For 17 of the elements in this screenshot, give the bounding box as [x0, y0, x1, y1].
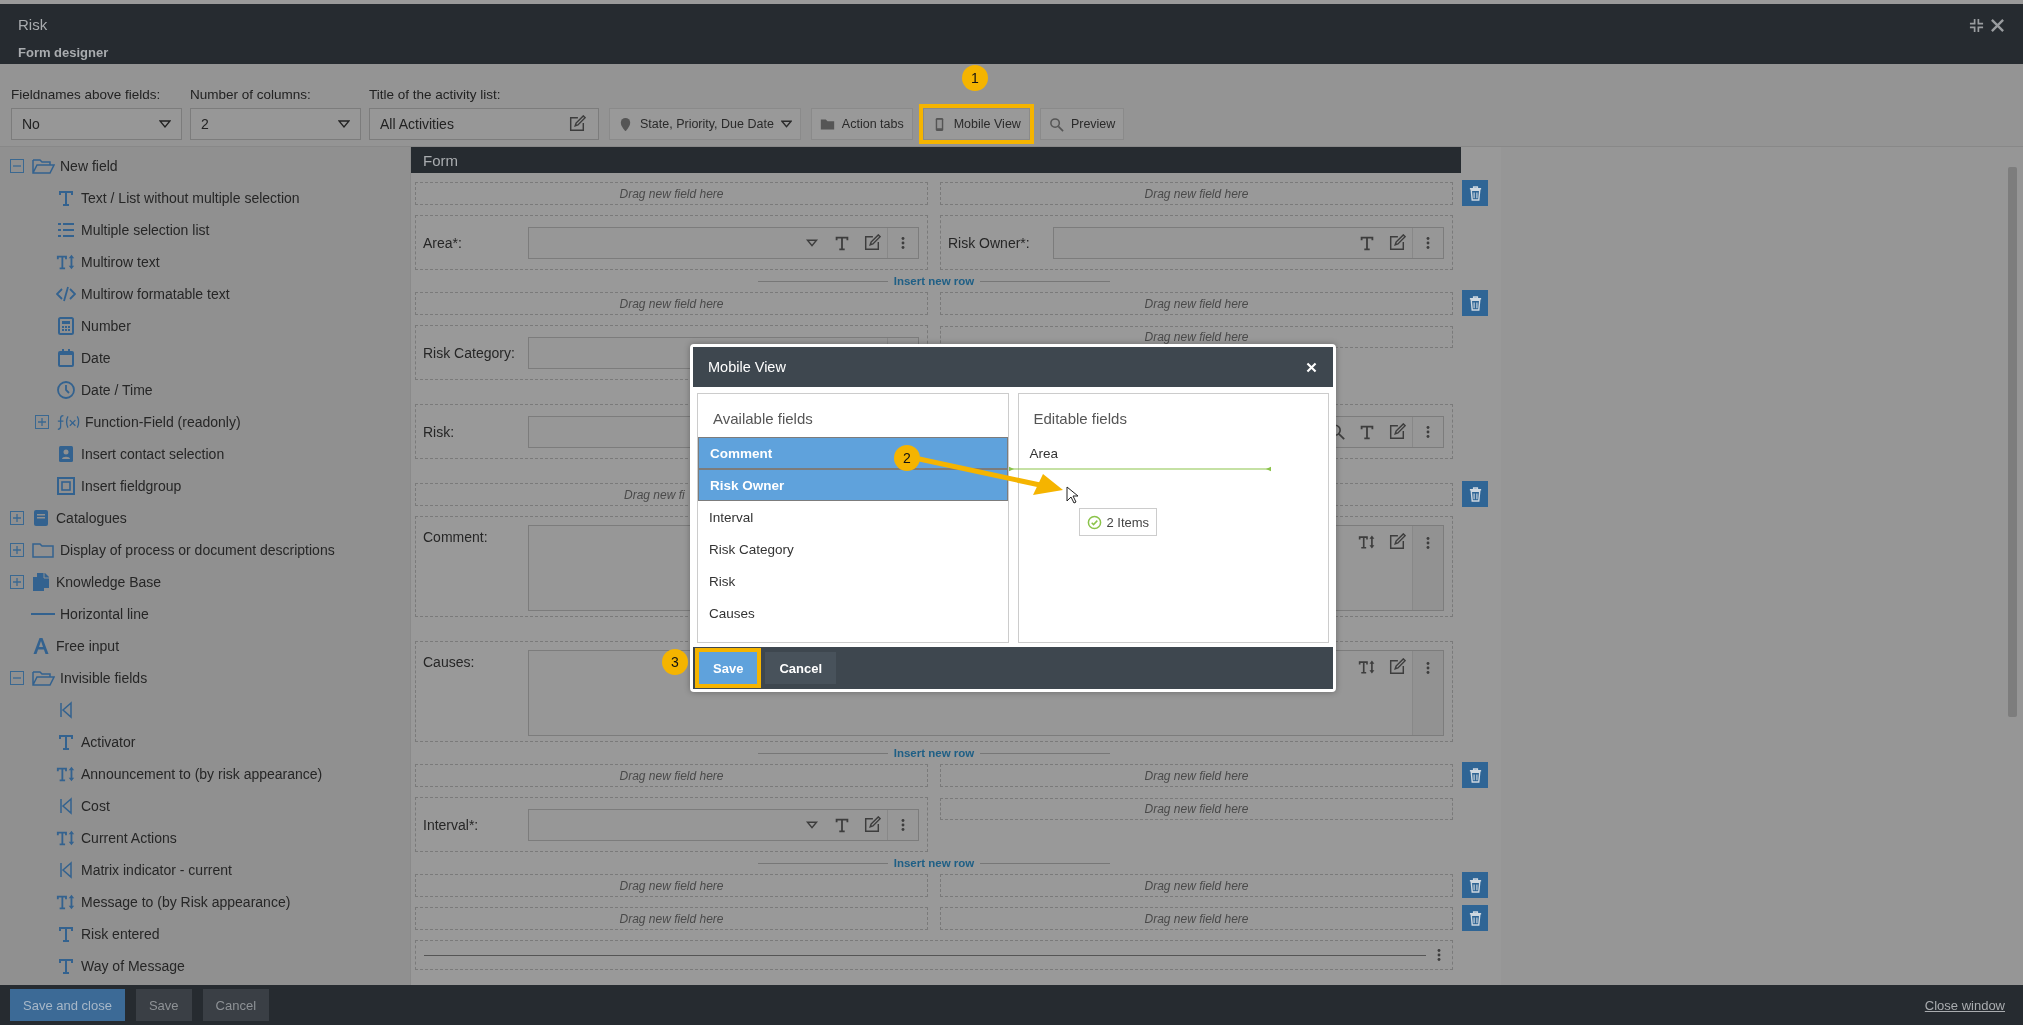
window-subtitle: Form designer	[18, 45, 109, 60]
field-label: Risk Owner*:	[948, 234, 1031, 251]
form-title: Form	[423, 151, 458, 169]
field-label: Interval*:	[423, 816, 480, 833]
panel-title: Editable fields	[1032, 409, 1128, 429]
dialog-title: Mobile View	[708, 359, 786, 375]
field-label: Title of the activity list:	[369, 87, 502, 102]
field-label: Area*:	[423, 234, 463, 251]
field-label: Risk Category:	[423, 344, 516, 361]
window-title: Risk	[18, 16, 49, 33]
field-label: Risk:	[423, 423, 456, 440]
field-label: Causes:	[423, 653, 476, 670]
field-label: Comment:	[423, 528, 489, 545]
field-label: Number of columns:	[190, 87, 312, 102]
field-label: Fieldnames above fields:	[11, 87, 162, 102]
panel-title: Available fields	[712, 409, 814, 429]
badge-text: 2 Items	[1106, 514, 1150, 530]
